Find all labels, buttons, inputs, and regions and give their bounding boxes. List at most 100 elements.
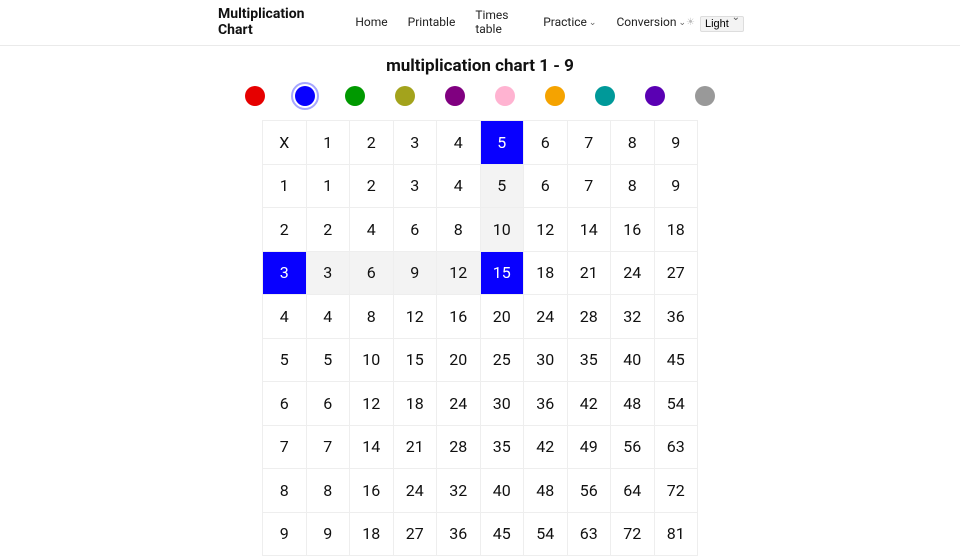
cell-5x5[interactable]: 25 [481, 339, 525, 383]
col-header-3[interactable]: 3 [394, 121, 438, 165]
cell-6x1[interactable]: 6 [307, 382, 351, 426]
cell-3x2[interactable]: 6 [350, 252, 394, 296]
col-header-4[interactable]: 4 [437, 121, 481, 165]
cell-9x3[interactable]: 27 [394, 513, 438, 556]
row-header-1[interactable]: 1 [263, 165, 307, 209]
cell-9x4[interactable]: 36 [437, 513, 481, 556]
row-header-7[interactable]: 7 [263, 426, 307, 470]
cell-4x4[interactable]: 16 [437, 295, 481, 339]
col-header-5[interactable]: 5 [481, 121, 525, 165]
color-pink[interactable] [495, 86, 515, 106]
cell-8x1[interactable]: 8 [307, 469, 351, 513]
cell-5x4[interactable]: 20 [437, 339, 481, 383]
cell-3x9[interactable]: 27 [655, 252, 699, 296]
cell-7x2[interactable]: 14 [350, 426, 394, 470]
nav-times-table[interactable]: Times table [475, 8, 523, 36]
cell-8x6[interactable]: 48 [524, 469, 568, 513]
col-header-6[interactable]: 6 [524, 121, 568, 165]
cell-5x7[interactable]: 35 [568, 339, 612, 383]
cell-2x4[interactable]: 8 [437, 208, 481, 252]
cell-6x4[interactable]: 24 [437, 382, 481, 426]
cell-8x9[interactable]: 72 [655, 469, 699, 513]
cell-3x4[interactable]: 12 [437, 252, 481, 296]
cell-7x8[interactable]: 56 [611, 426, 655, 470]
cell-2x6[interactable]: 12 [524, 208, 568, 252]
cell-5x1[interactable]: 5 [307, 339, 351, 383]
cell-4x9[interactable]: 36 [655, 295, 699, 339]
cell-1x5[interactable]: 5 [481, 165, 525, 209]
color-blue[interactable] [295, 86, 315, 106]
cell-6x8[interactable]: 48 [611, 382, 655, 426]
cell-6x6[interactable]: 36 [524, 382, 568, 426]
cell-5x8[interactable]: 40 [611, 339, 655, 383]
row-header-3[interactable]: 3 [263, 252, 307, 296]
cell-6x5[interactable]: 30 [481, 382, 525, 426]
cell-2x7[interactable]: 14 [568, 208, 612, 252]
cell-7x3[interactable]: 21 [394, 426, 438, 470]
cell-8x5[interactable]: 40 [481, 469, 525, 513]
color-olive[interactable] [395, 86, 415, 106]
cell-7x4[interactable]: 28 [437, 426, 481, 470]
cell-9x8[interactable]: 72 [611, 513, 655, 556]
cell-5x6[interactable]: 30 [524, 339, 568, 383]
cell-7x6[interactable]: 42 [524, 426, 568, 470]
cell-3x3[interactable]: 9 [394, 252, 438, 296]
color-red[interactable] [245, 86, 265, 106]
color-green[interactable] [345, 86, 365, 106]
theme-select[interactable]: Light [700, 16, 744, 32]
cell-1x4[interactable]: 4 [437, 165, 481, 209]
cell-9x6[interactable]: 54 [524, 513, 568, 556]
cell-6x2[interactable]: 12 [350, 382, 394, 426]
cell-4x1[interactable]: 4 [307, 295, 351, 339]
cell-7x7[interactable]: 49 [568, 426, 612, 470]
cell-2x1[interactable]: 2 [307, 208, 351, 252]
cell-8x7[interactable]: 56 [568, 469, 612, 513]
col-header-1[interactable]: 1 [307, 121, 351, 165]
cell-5x2[interactable]: 10 [350, 339, 394, 383]
row-header-6[interactable]: 6 [263, 382, 307, 426]
cell-2x8[interactable]: 16 [611, 208, 655, 252]
cell-7x5[interactable]: 35 [481, 426, 525, 470]
nav-printable[interactable]: Printable [408, 8, 456, 36]
cell-4x5[interactable]: 20 [481, 295, 525, 339]
cell-4x3[interactable]: 12 [394, 295, 438, 339]
color-orange[interactable] [545, 86, 565, 106]
row-header-5[interactable]: 5 [263, 339, 307, 383]
cell-3x8[interactable]: 24 [611, 252, 655, 296]
cell-5x3[interactable]: 15 [394, 339, 438, 383]
cell-6x9[interactable]: 54 [655, 382, 699, 426]
color-teal[interactable] [595, 86, 615, 106]
cell-1x3[interactable]: 3 [394, 165, 438, 209]
cell-9x5[interactable]: 45 [481, 513, 525, 556]
color-violet[interactable] [645, 86, 665, 106]
cell-7x9[interactable]: 63 [655, 426, 699, 470]
cell-3x1[interactable]: 3 [307, 252, 351, 296]
cell-8x3[interactable]: 24 [394, 469, 438, 513]
cell-9x1[interactable]: 9 [307, 513, 351, 556]
cell-8x8[interactable]: 64 [611, 469, 655, 513]
col-header-9[interactable]: 9 [655, 121, 699, 165]
cell-6x7[interactable]: 42 [568, 382, 612, 426]
col-header-2[interactable]: 2 [350, 121, 394, 165]
row-header-8[interactable]: 8 [263, 469, 307, 513]
cell-4x2[interactable]: 8 [350, 295, 394, 339]
cell-9x2[interactable]: 18 [350, 513, 394, 556]
cell-9x7[interactable]: 63 [568, 513, 612, 556]
cell-2x3[interactable]: 6 [394, 208, 438, 252]
cell-5x9[interactable]: 45 [655, 339, 699, 383]
brand[interactable]: Multiplication Chart [218, 6, 337, 38]
row-header-4[interactable]: 4 [263, 295, 307, 339]
row-header-2[interactable]: 2 [263, 208, 307, 252]
color-gray[interactable] [695, 86, 715, 106]
cell-1x6[interactable]: 6 [524, 165, 568, 209]
cell-1x7[interactable]: 7 [568, 165, 612, 209]
nav-home[interactable]: Home [355, 8, 387, 36]
nav-conversion[interactable]: Conversion ⌄ [616, 8, 686, 36]
cell-3x7[interactable]: 21 [568, 252, 612, 296]
row-header-9[interactable]: 9 [263, 513, 307, 556]
cell-4x8[interactable]: 32 [611, 295, 655, 339]
cell-1x1[interactable]: 1 [307, 165, 351, 209]
cell-2x2[interactable]: 4 [350, 208, 394, 252]
nav-practice[interactable]: Practice ⌄ [543, 8, 596, 36]
cell-4x6[interactable]: 24 [524, 295, 568, 339]
